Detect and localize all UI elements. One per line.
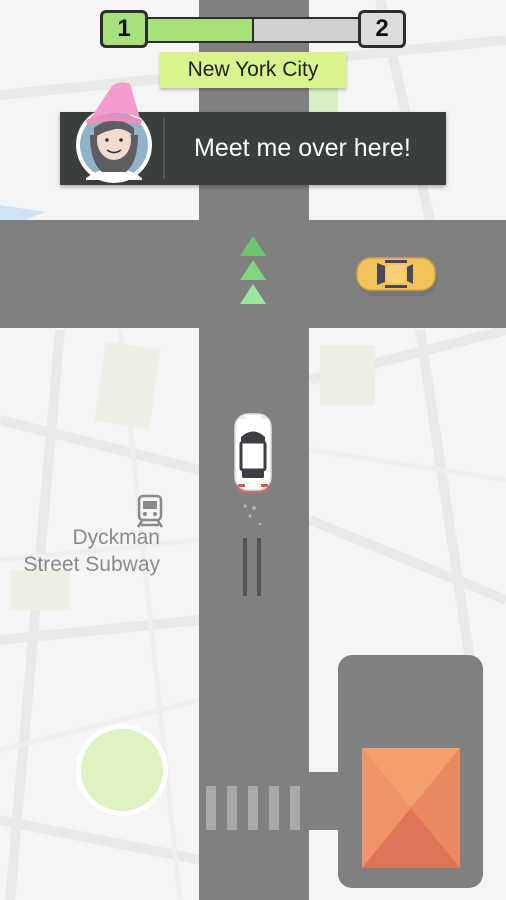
poi-label-line2: Street Subway	[23, 553, 160, 576]
pickup-circle[interactable]	[72, 722, 172, 822]
skid-marks	[243, 504, 262, 596]
level-progress-bar	[148, 17, 358, 43]
dialog-separator	[163, 118, 165, 179]
crosswalk	[206, 786, 300, 830]
city-name: New York City	[187, 58, 319, 81]
direction-arrows-icon	[240, 236, 266, 304]
dialog-message: Meet me over here!	[194, 134, 411, 162]
destination-building[interactable]	[362, 748, 460, 868]
city-name-banner: New York City	[160, 52, 346, 88]
subway-icon	[136, 494, 164, 528]
current-level-badge: 1	[100, 10, 148, 48]
subway-station-label: Dyckman Street Subway	[10, 524, 160, 578]
poi-label-line1: Dyckman	[72, 526, 160, 549]
level-progress-divider	[252, 19, 254, 41]
next-level-badge: 2	[358, 10, 406, 48]
taxi-car	[356, 257, 437, 296]
current-level-number: 1	[117, 15, 131, 42]
passenger-avatar	[76, 82, 152, 183]
player-car[interactable]	[232, 410, 274, 496]
level-progress-fill	[148, 19, 253, 41]
next-level-number: 2	[375, 15, 389, 42]
